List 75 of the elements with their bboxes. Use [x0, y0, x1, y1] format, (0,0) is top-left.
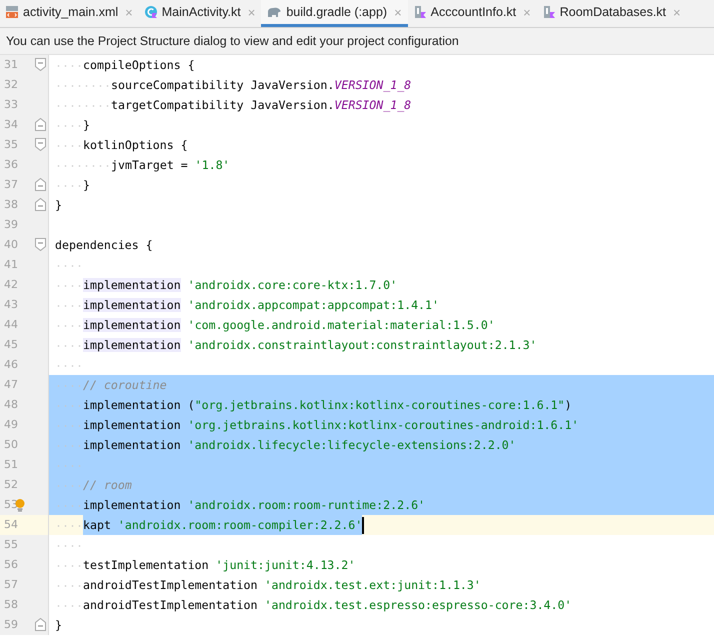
line-number: 54: [4, 517, 18, 533]
line-number: 42: [4, 277, 18, 293]
line-number: 58: [4, 597, 18, 613]
code-line: implementation ("org.jetbrains.kotlinx:kotlinx-coroutines-core:1.6.1"): [83, 397, 572, 414]
line-number: 37: [4, 177, 18, 193]
line-number: 47: [4, 377, 18, 393]
line-number: 52: [4, 477, 18, 493]
xml-file-icon: [5, 5, 19, 19]
code-line: implementation 'androidx.appcompat:appcompat:1.4.1': [83, 297, 439, 314]
tab-label: RoomDatabases.kt: [560, 5, 666, 19]
line-number: 38: [4, 197, 18, 213]
elephant-icon: [266, 6, 282, 18]
kotlin-class-icon: [144, 5, 158, 19]
line-number: 46: [4, 357, 18, 373]
code-line: implementation 'androidx.lifecycle:lifecycle-extensions:2.2.0': [83, 437, 516, 454]
line-number: 55: [4, 537, 18, 553]
line-number: 48: [4, 397, 18, 413]
line-number: 45: [4, 337, 18, 353]
tab-label: MainActivity.kt: [162, 5, 241, 19]
kotlin-file-icon: [412, 5, 427, 19]
code-line: // coroutine: [83, 377, 167, 394]
line-number: 57: [4, 577, 18, 593]
code-line: kotlinOptions {: [83, 137, 188, 154]
editor-tab[interactable]: activity_main.xml ×: [0, 0, 139, 27]
editor-tab[interactable]: AcccountInfo.kt ×: [408, 0, 537, 27]
editor-tab[interactable]: MainActivity.kt ×: [138, 0, 262, 27]
code-line: testImplementation 'junit:junit:4.13.2': [83, 557, 356, 574]
code-line: implementation 'org.jetbrains.kotlinx:kotlinx-coroutines-android:1.6.1': [83, 417, 579, 434]
line-number: 56: [4, 557, 18, 573]
tab-label: AcccountInfo.kt: [430, 5, 516, 19]
code-line: implementation 'com.google.android.material:material:1.5.0': [83, 317, 495, 334]
line-number: 39: [4, 217, 18, 233]
fold-marker-icon[interactable]: [35, 618, 46, 631]
line-number: 32: [4, 77, 18, 93]
editor-tab[interactable]: build.gradle (:app) ×: [261, 0, 408, 27]
text-caret: [362, 516, 364, 534]
fold-marker-icon[interactable]: [35, 198, 46, 211]
line-number: 31: [4, 57, 18, 73]
fold-marker-icon[interactable]: [35, 118, 46, 131]
line-number: 49: [4, 417, 18, 433]
code-line: implementation 'androidx.core:core-ktx:1.7.0': [83, 277, 398, 294]
line-number: 43: [4, 297, 18, 313]
notification-bar: You can use the Project Structure dialog to view and edit your project configuration: [0, 28, 714, 55]
fold-marker-icon[interactable]: [35, 138, 46, 151]
line-number: 34: [4, 117, 18, 133]
code-line: androidTestImplementation 'androidx.test.ext:junit:1.1.3': [83, 577, 481, 594]
line-number: 51: [4, 457, 18, 473]
code-line: }: [55, 197, 62, 214]
tab-label: activity_main.xml: [23, 5, 118, 19]
code-line: }: [55, 617, 62, 634]
code-line: implementation 'androidx.room:room-runtime:2.2.6': [83, 497, 426, 514]
line-number: 36: [4, 157, 18, 173]
line-number: 44: [4, 317, 18, 333]
code-line: implementation 'androidx.constraintlayout:constraintlayout:2.1.3': [83, 337, 537, 354]
code-line: sourceCompatibility JavaVersion.VERSION_1_8: [111, 77, 412, 94]
code-line: }: [83, 117, 90, 134]
code-line: dependencies {: [55, 237, 153, 254]
code-line: }: [83, 177, 90, 194]
kotlin-file-icon: [542, 5, 556, 19]
editor-tab[interactable]: RoomDatabases.kt ×: [536, 0, 687, 27]
line-number: 35: [4, 137, 18, 153]
line-number: 59: [4, 617, 18, 633]
fold-marker-icon[interactable]: [35, 178, 46, 191]
code-line: jvmTarget = '1.8': [111, 157, 230, 174]
tab-label: build.gradle (:app): [286, 5, 388, 19]
line-number: 41: [4, 257, 18, 273]
fold-marker-icon[interactable]: [35, 238, 46, 251]
line-number: 50: [4, 437, 18, 453]
fold-marker-icon[interactable]: [35, 58, 46, 71]
code-line: // room: [83, 477, 132, 494]
line-number: 40: [4, 237, 18, 253]
code-line: compileOptions {: [83, 57, 195, 74]
code-line: targetCompatibility JavaVersion.VERSION_1_8: [111, 97, 412, 114]
line-number: 33: [4, 97, 18, 113]
code-line: androidTestImplementation 'androidx.test.espresso:espresso-core:3.4.0': [83, 597, 572, 614]
